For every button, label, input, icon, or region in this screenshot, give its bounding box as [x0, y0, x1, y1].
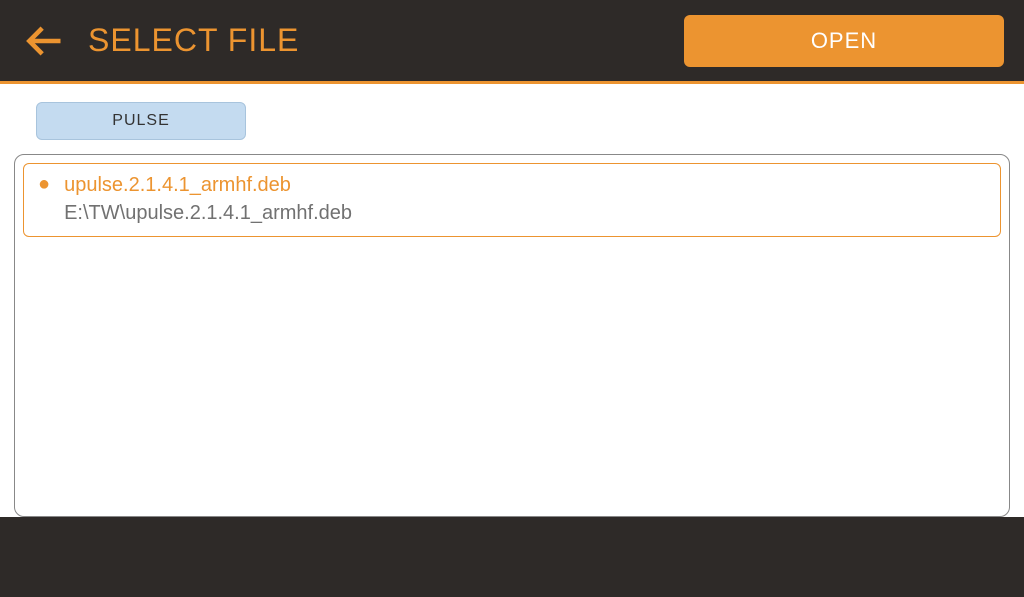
file-name: upulse.2.1.4.1_armhf.deb — [64, 172, 352, 198]
header-bar: SELECT FILE OPEN — [0, 0, 1024, 84]
footer-bar — [0, 517, 1024, 597]
page-title: SELECT FILE — [88, 22, 684, 59]
content-area: PULSE ● upulse.2.1.4.1_armhf.deb E:\TW\u… — [0, 84, 1024, 517]
file-text: upulse.2.1.4.1_armhf.deb E:\TW\upulse.2.… — [64, 172, 352, 226]
file-item[interactable]: ● upulse.2.1.4.1_armhf.deb E:\TW\upulse.… — [23, 163, 1001, 237]
open-button[interactable]: OPEN — [684, 15, 1004, 67]
file-path: E:\TW\upulse.2.1.4.1_armhf.deb — [64, 200, 352, 226]
bullet-icon: ● — [38, 172, 50, 196]
file-list-container: ● upulse.2.1.4.1_armhf.deb E:\TW\upulse.… — [14, 154, 1010, 517]
tab-pulse[interactable]: PULSE — [36, 102, 246, 140]
back-arrow-icon[interactable] — [20, 17, 68, 65]
